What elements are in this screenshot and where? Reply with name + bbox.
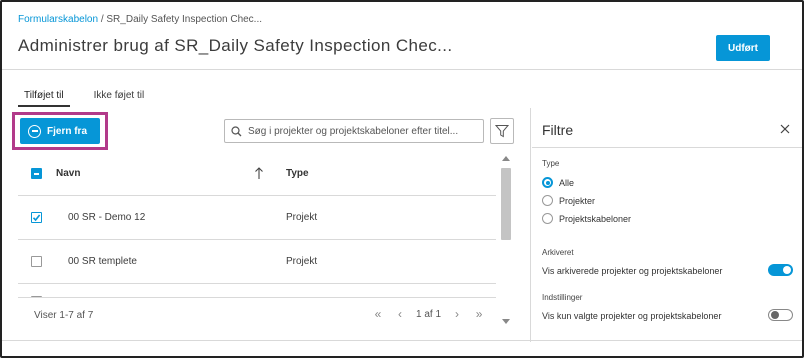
remove-from-button[interactable]: Fjern fra (20, 118, 100, 144)
row-name: 00 SR templete (68, 256, 137, 267)
filter-button[interactable] (490, 118, 514, 144)
remove-from-label: Fjern fra (47, 125, 88, 137)
tab-bar: Tilføjet til Ikke føjet til (18, 90, 150, 110)
radio-label: Projekter (559, 195, 596, 206)
row-checkbox[interactable] (31, 212, 42, 223)
search-box (224, 119, 484, 143)
sort-up-icon[interactable] (254, 166, 264, 180)
row-name: 00 SR - Demo 12 (68, 212, 146, 223)
row-type: Projekt (286, 212, 318, 223)
bottom-divider (2, 340, 802, 341)
table-header-row: Navn Type (18, 152, 496, 196)
radio-button[interactable] (542, 195, 553, 206)
next-page-icon[interactable]: › (451, 307, 463, 321)
radio-label: Projektskabeloner (559, 213, 632, 224)
app-window: Formularskabelon / SR_Daily Safety Inspe… (0, 0, 804, 358)
panel-divider (530, 108, 531, 342)
scroll-up-icon[interactable] (502, 156, 510, 161)
breadcrumb-link[interactable]: Formularskabelon (18, 14, 98, 25)
radio-label: Alle (559, 177, 575, 188)
table-row[interactable]: 00 SR - Demo 12 Projekt (18, 196, 496, 240)
filters-title: Filtre (542, 122, 574, 138)
row-type: Projekt (286, 256, 318, 267)
settings-section-label: Indstillinger (542, 293, 583, 302)
table-row[interactable]: 00 SR templete Projekt (18, 240, 496, 284)
scroll-down-icon[interactable] (502, 319, 510, 324)
checkmark-icon (32, 214, 41, 222)
last-page-icon[interactable]: » (473, 307, 485, 321)
prev-page-icon[interactable]: ‹ (394, 307, 406, 321)
page-title: Administrer brug af SR_Daily Safety Insp… (18, 36, 453, 55)
radio-projects[interactable]: Projekter (542, 195, 595, 206)
archived-section-label: Arkiveret (542, 248, 574, 257)
table-row-partial (18, 284, 496, 298)
toggle-knob (783, 266, 791, 274)
tab-added[interactable]: Tilføjet til (18, 90, 70, 110)
row-checkbox[interactable] (31, 256, 42, 267)
select-all-checkbox[interactable] (31, 168, 42, 179)
tab-not-added[interactable]: Ikke føjet til (88, 90, 151, 110)
scroll-thumb[interactable] (501, 168, 511, 240)
radio-button[interactable] (542, 213, 553, 224)
search-input[interactable] (248, 125, 478, 137)
settings-toggle[interactable] (768, 309, 793, 321)
table-scrollbar[interactable] (498, 152, 514, 328)
close-icon[interactable] (778, 122, 792, 136)
breadcrumb-current: SR_Daily Safety Inspection Chec... (106, 14, 263, 25)
column-header-type[interactable]: Type (286, 168, 309, 179)
page-indicator: 1 af 1 (416, 308, 442, 320)
type-section-label: Type (542, 159, 560, 168)
breadcrumb: Formularskabelon / SR_Daily Safety Inspe… (18, 14, 262, 25)
archived-toggle-label: Vis arkiverede projekter og projektskabe… (542, 266, 723, 276)
radio-button[interactable] (542, 177, 553, 188)
first-page-icon[interactable]: « (372, 307, 384, 321)
row-checkbox[interactable] (31, 296, 42, 297)
radio-project-templates[interactable]: Projektskabeloner (542, 213, 631, 224)
page-header: Formularskabelon / SR_Daily Safety Inspe… (2, 2, 802, 70)
settings-toggle-label: Vis kun valgte projekter og projektskabe… (542, 311, 722, 321)
filters-divider (532, 147, 802, 148)
archived-toggle[interactable] (768, 264, 793, 276)
minus-circle-icon (28, 124, 41, 138)
filter-icon (495, 125, 509, 138)
done-button[interactable]: Udført (716, 35, 770, 61)
pagination: « ‹ 1 af 1 › » (372, 307, 485, 321)
column-header-name[interactable]: Navn (56, 168, 80, 179)
search-icon (231, 125, 242, 136)
toggle-knob (771, 311, 779, 319)
result-count: Viser 1-7 af 7 (34, 310, 94, 321)
radio-all[interactable]: Alle (542, 177, 574, 188)
